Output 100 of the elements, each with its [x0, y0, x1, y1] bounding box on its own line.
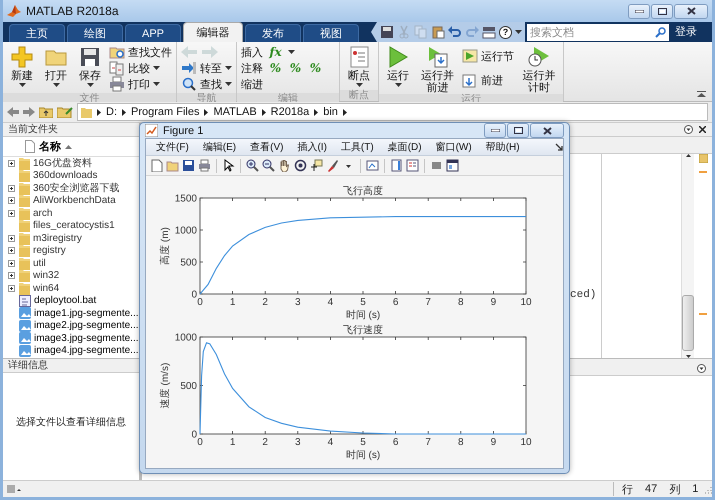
tick-label: 3: [295, 297, 301, 308]
maximize-button[interactable]: [651, 4, 673, 18]
toolbar-button[interactable]: [406, 159, 419, 172]
toolbar-button[interactable]: [262, 159, 275, 172]
minimize-button[interactable]: [484, 123, 506, 138]
tab[interactable]: 绘图: [67, 24, 123, 42]
tool-button[interactable]: %: [288, 61, 303, 75]
ribbon-button[interactable]: 查找文件: [109, 44, 172, 60]
chart-title: 飞行速度: [343, 325, 383, 336]
ribbon-button[interactable]: 断点: [344, 43, 374, 90]
search-icon: [181, 76, 197, 92]
menu-item[interactable]: 编辑(E): [198, 140, 240, 154]
file-item[interactable]: registry: [30, 245, 66, 256]
ribbon-button[interactable]: 前进: [462, 72, 514, 89]
status-label: 行: [622, 482, 633, 496]
ribbon-button[interactable]: 运行并计时: [518, 43, 560, 94]
ribbon-button[interactable]: 比较: [109, 60, 172, 76]
up-folder-button[interactable]: [39, 106, 53, 118]
status-value: 47: [645, 483, 658, 495]
separator-arrow-icon: [204, 108, 208, 116]
layout-grip-icon: [7, 485, 21, 493]
file-item[interactable]: AliWorkbenchData: [30, 195, 116, 206]
file-item[interactable]: deploytool.bat: [31, 295, 96, 306]
status-value: 1: [692, 483, 698, 495]
folder-icon: [19, 232, 30, 245]
ribbon-button[interactable]: 新建: [7, 43, 37, 93]
ribbon-button[interactable]: 查找: [181, 76, 232, 92]
file-item[interactable]: win64: [30, 282, 60, 294]
tab[interactable]: 主页: [9, 24, 65, 42]
help-button[interactable]: ?: [499, 26, 512, 38]
search-field[interactable]: 搜索文档: [527, 24, 669, 41]
column-header[interactable]: 名称: [39, 139, 72, 154]
file-item[interactable]: m3iregistry: [30, 232, 82, 244]
tab[interactable]: 编辑器: [183, 22, 243, 42]
toolbar-button[interactable]: [222, 159, 235, 172]
path-segment[interactable]: D:: [106, 106, 117, 118]
file-item[interactable]: image1.jpg-segmente...: [31, 308, 139, 319]
caret-icon: [225, 82, 232, 86]
tool-button[interactable]: %: [268, 61, 283, 75]
minimize-button[interactable]: [628, 4, 650, 18]
toolbar-button[interactable]: [326, 159, 339, 172]
compare-icon: [109, 60, 125, 76]
toolbar-button[interactable]: [246, 159, 259, 172]
toolbar-button[interactable]: [380, 25, 394, 39]
toolbar-button[interactable]: [310, 159, 323, 172]
file-item[interactable]: 360downloads: [30, 170, 98, 182]
menu-item[interactable]: 工具(T): [336, 140, 378, 154]
file-item[interactable]: image4.jpg-segmente...: [31, 345, 139, 356]
menu-item[interactable]: 查看(V): [246, 140, 288, 154]
folder-icon: [19, 182, 30, 195]
path-segment[interactable]: Program Files: [131, 106, 200, 118]
ribbon-button[interactable]: 运行节: [462, 48, 514, 64]
back-button[interactable]: [7, 107, 19, 117]
tick-label: 0: [191, 430, 197, 440]
tick-label: 7: [425, 437, 431, 448]
tab[interactable]: 发布: [245, 24, 301, 42]
file-item[interactable]: files_ceratocystis1: [30, 220, 115, 232]
toolbar-button[interactable]: [390, 159, 403, 172]
ribbon-button[interactable]: 打开: [41, 43, 71, 93]
file-item[interactable]: win32: [30, 270, 60, 282]
tick-label: 7: [425, 297, 431, 308]
file-item[interactable]: util: [30, 258, 46, 269]
menu-item[interactable]: 插入(I): [293, 140, 331, 154]
ribbon-button[interactable]: 运行并前进: [417, 43, 458, 94]
hide-tools-icon: [430, 159, 443, 172]
file-item[interactable]: arch: [30, 208, 52, 219]
ribbon-button[interactable]: 保存: [75, 43, 105, 93]
close-button[interactable]: [530, 123, 564, 138]
caret-icon: [394, 83, 402, 87]
file-item[interactable]: image2.jpg-segmente...: [31, 320, 139, 332]
tick-label: 9: [490, 297, 496, 308]
ribbon-button[interactable]: 打印: [109, 76, 172, 92]
image-file-icon: [19, 332, 31, 344]
menu-item[interactable]: 文件(F): [152, 140, 193, 154]
menu-item[interactable]: 桌面(D): [384, 140, 426, 154]
ribbon-button[interactable]: 转至: [181, 60, 232, 76]
path-segment[interactable]: R2018a: [270, 106, 310, 118]
menu-item[interactable]: 帮助(H): [482, 140, 524, 154]
tool-button[interactable]: fx: [268, 45, 283, 59]
tab[interactable]: APP: [125, 24, 181, 42]
close-button[interactable]: [674, 4, 708, 18]
tool-button[interactable]: %: [308, 61, 323, 75]
forward-button[interactable]: [23, 107, 35, 117]
path-segment[interactable]: MATLAB: [213, 106, 257, 118]
toolbar-button[interactable]: [446, 159, 459, 172]
toolbar-button[interactable]: [182, 159, 195, 172]
maximize-button[interactable]: [507, 123, 529, 138]
tab[interactable]: 视图: [303, 24, 359, 42]
close-icon: [542, 126, 552, 134]
browse-button[interactable]: [57, 106, 73, 118]
file-item[interactable]: 16G优盘资料: [30, 157, 92, 170]
path-segment[interactable]: bin: [323, 106, 338, 118]
status-indicator-icon: [698, 154, 708, 163]
scrollbar[interactable]: [681, 154, 694, 358]
menu-item[interactable]: 窗口(W): [432, 140, 476, 154]
ribbon-button[interactable]: 运行: [383, 43, 413, 94]
file-item[interactable]: image3.jpg-segmente...: [31, 332, 139, 344]
toolbar-button[interactable]: [366, 159, 379, 172]
sign-in-link[interactable]: 登录: [675, 24, 697, 42]
file-item[interactable]: 360安全浏览器下载: [30, 181, 120, 196]
